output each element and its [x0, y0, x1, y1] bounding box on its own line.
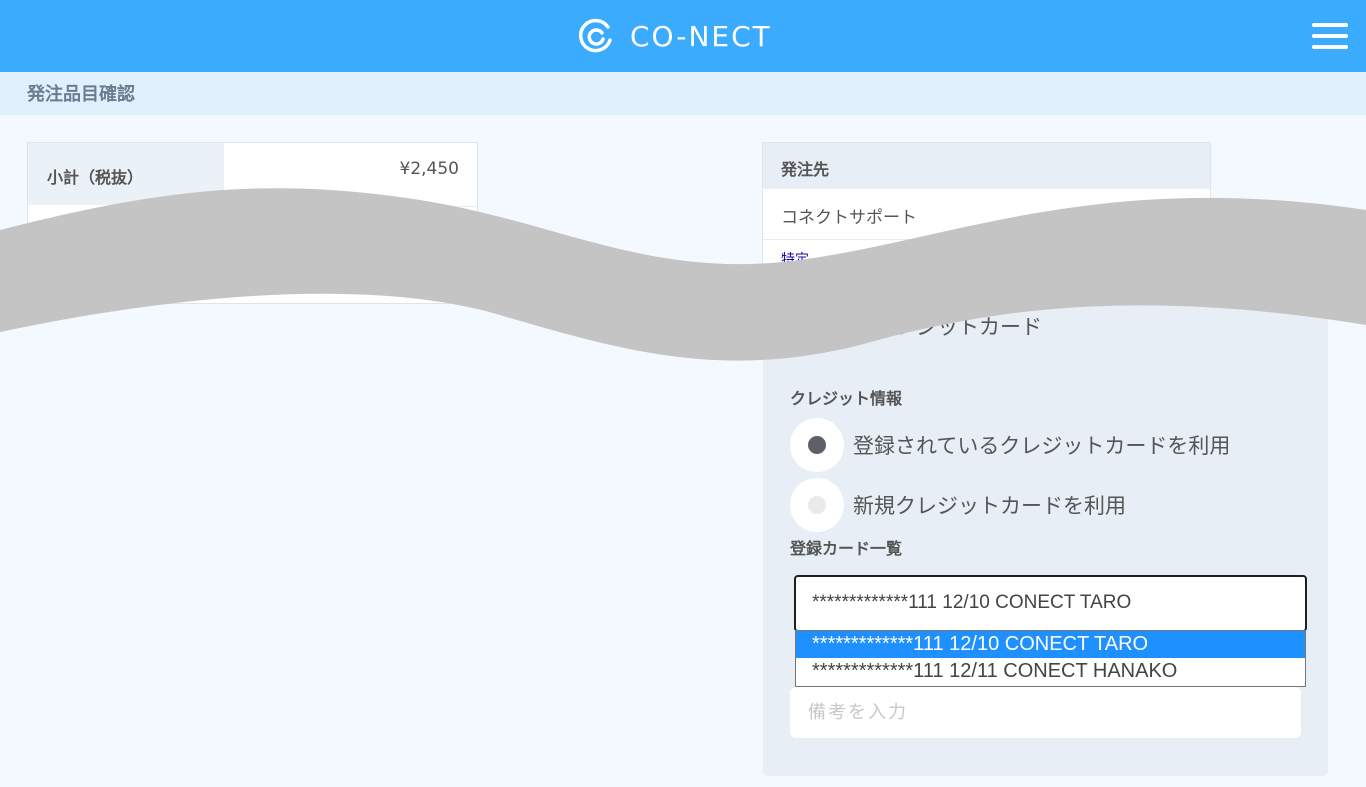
radio-registered-card[interactable]: 登録されているクレジットカードを利用: [790, 418, 1230, 472]
radio-button[interactable]: [790, 418, 844, 472]
logo-text: CO-NECT: [630, 19, 772, 53]
brand-logo[interactable]: CO-NECT: [578, 16, 772, 56]
radio-button[interactable]: [790, 478, 844, 532]
radio-new-card[interactable]: 新規クレジットカードを利用: [790, 478, 1126, 532]
app-header: CO-NECT: [0, 0, 1366, 72]
radio-unchecked-icon: [808, 496, 826, 514]
hamburger-menu-icon[interactable]: [1310, 21, 1350, 51]
subtotal-value: ¥2,450: [399, 159, 459, 179]
page-title: 発注品目確認: [27, 84, 135, 105]
registered-cards-title: 登録カード一覧: [790, 539, 903, 558]
radio-checked-icon: [808, 436, 826, 454]
section-bar: [0, 72, 1366, 115]
logo-icon: [578, 18, 612, 53]
radio-label: 新規クレジットカードを利用: [853, 494, 1126, 518]
credit-info-title: クレジット情報: [790, 389, 903, 408]
dropdown-option[interactable]: *************111 12/11 CONECT HANAKO: [796, 658, 1305, 685]
card-select[interactable]: *************111 12/10 CONECT TARO: [794, 575, 1307, 632]
dropdown-option[interactable]: *************111 12/10 CONECT TARO: [796, 631, 1305, 658]
destination-title: 発注先: [781, 160, 830, 179]
card-dropdown-list[interactable]: *************111 12/10 CONECT TARO *****…: [795, 630, 1306, 687]
radio-label: 登録されているクレジットカードを利用: [853, 434, 1231, 458]
torn-page-divider: [0, 188, 1366, 361]
card-select-value: *************111 12/10 CONECT TARO: [812, 592, 1132, 613]
memo-input[interactable]: [790, 687, 1301, 738]
